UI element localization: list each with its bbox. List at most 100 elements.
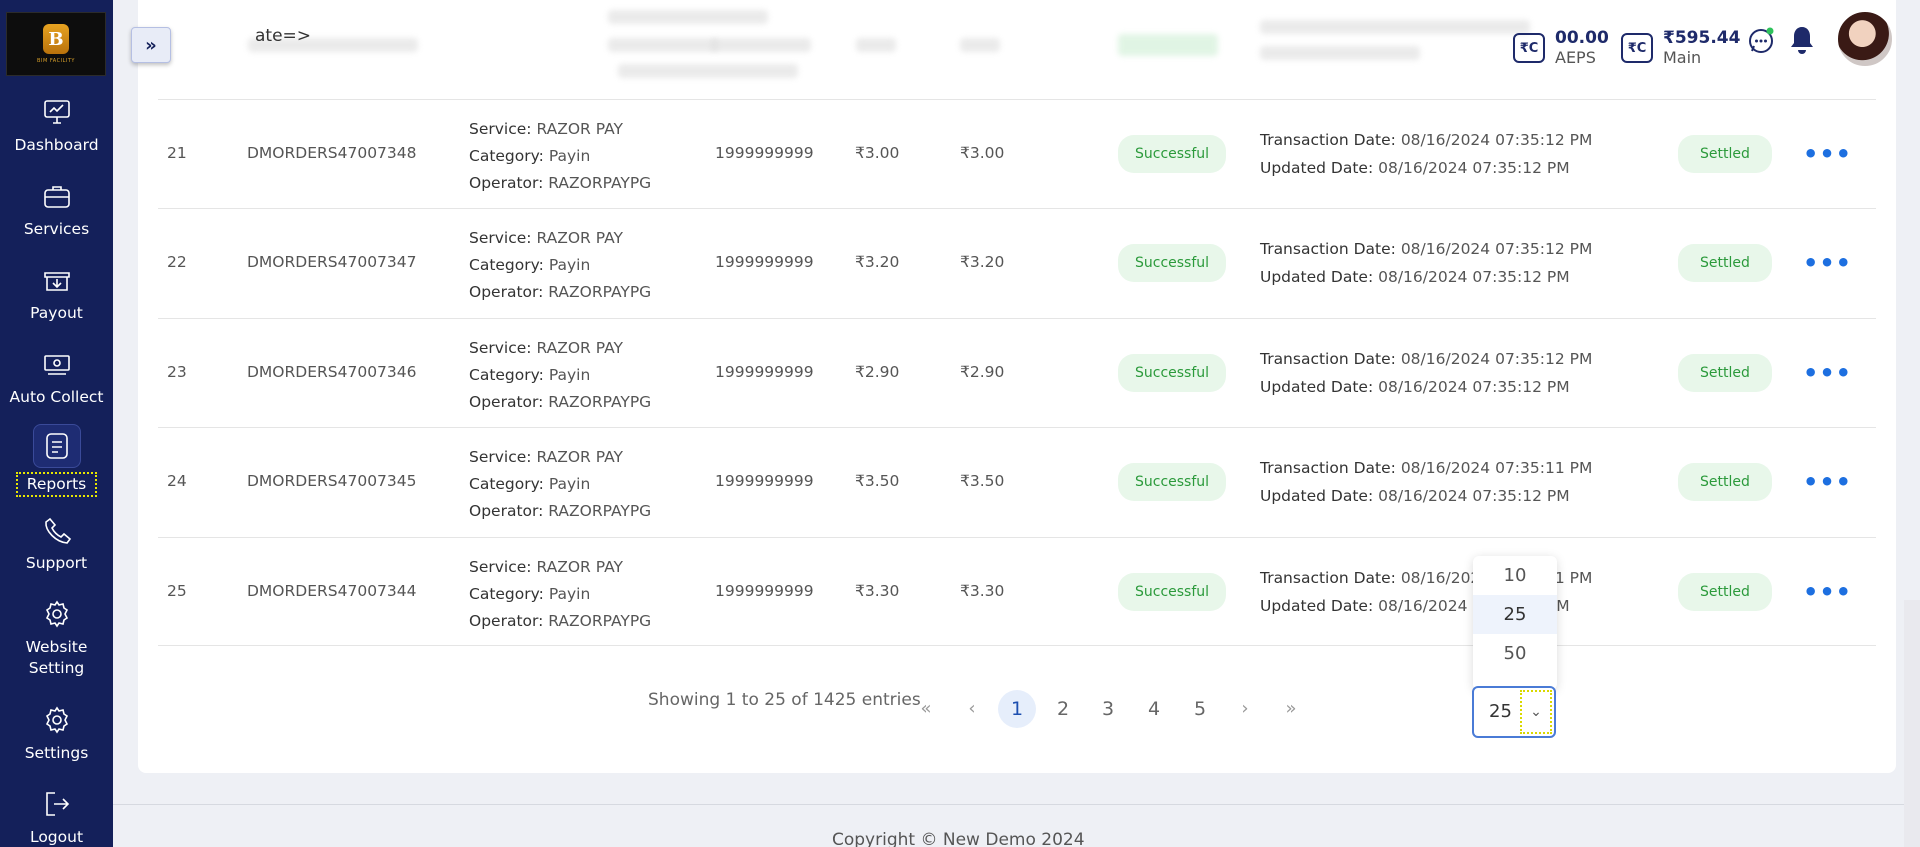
service-label: Service: — [469, 448, 532, 466]
page-button-5[interactable]: 5 — [1181, 690, 1219, 728]
sidebar-item-logout[interactable]: Logout — [0, 786, 113, 847]
wallet-icon: ₹C — [1621, 33, 1653, 63]
row-number: 24 — [167, 472, 187, 490]
last-page-button[interactable]: » — [1272, 690, 1310, 728]
operator-label: Operator: — [469, 393, 544, 411]
gear-icon — [39, 596, 75, 632]
more-actions-icon[interactable]: ••• — [1803, 140, 1852, 168]
operator-value: RAZORPAYPG — [548, 393, 652, 411]
category-label: Category: — [469, 147, 544, 165]
footer: Copyright © New Demo 2024 — [113, 804, 1920, 847]
blurred-cell — [711, 38, 811, 52]
category-label: Category: — [469, 585, 544, 603]
more-actions-icon[interactable]: ••• — [1803, 249, 1852, 277]
blurred-cell — [608, 10, 768, 24]
amount: ₹3.20 — [855, 253, 900, 271]
page-button-3[interactable]: 3 — [1089, 690, 1127, 728]
operator-label: Operator: — [469, 174, 544, 192]
net-amount: ₹3.30 — [960, 582, 1005, 600]
banknote-icon — [39, 346, 75, 382]
category-value: Payin — [548, 475, 591, 493]
phone-number: 1999999999 — [715, 253, 814, 271]
per-page-select[interactable]: 25 ⌄ — [1472, 686, 1556, 738]
first-page-button[interactable]: « — [907, 690, 945, 728]
sidebar-item-label: Dashboard — [14, 136, 99, 154]
per-page-dropdown: 10 25 50 — [1473, 556, 1557, 690]
sidebar-item-label: Logout — [29, 828, 84, 846]
sidebar-item-label: Payout — [30, 304, 83, 322]
phone-number: 1999999999 — [715, 144, 814, 162]
net-amount: ₹2.90 — [960, 363, 1005, 381]
chat-icon[interactable] — [1747, 27, 1775, 55]
wallet-name: AEPS — [1555, 48, 1596, 67]
download-box-icon — [39, 262, 75, 298]
sidebar-item-services[interactable]: Services — [0, 178, 113, 240]
service-info: Service: RAZOR PAY Category: Payin Opera… — [469, 335, 651, 416]
sidebar-item-label: Reports — [15, 472, 98, 497]
page-button-1[interactable]: 1 — [998, 690, 1036, 728]
sidebar-toggle-button[interactable]: » — [131, 27, 171, 63]
more-actions-icon[interactable]: ••• — [1803, 359, 1852, 387]
amount: ₹3.00 — [855, 144, 900, 162]
copyright-text: Copyright © New Demo 2024 — [832, 830, 1085, 847]
page-button-4[interactable]: 4 — [1135, 690, 1173, 728]
category-value: Payin — [548, 366, 591, 384]
updated-date: 08/16/2024 07:35:12 PM — [1378, 268, 1570, 286]
bell-icon[interactable] — [1787, 24, 1817, 56]
page-scrollbar[interactable] — [1904, 600, 1920, 847]
sidebar-item-label: Support — [25, 554, 88, 572]
status-badge: Successful — [1118, 573, 1227, 611]
status-badge: Successful — [1118, 135, 1227, 173]
sidebar: B BIM FACILITY Dashboard Services Payout… — [0, 0, 113, 847]
transaction-dates: Transaction Date: 08/16/2024 07:35:11 PM… — [1260, 454, 1592, 510]
service-value: RAZOR PAY — [536, 448, 623, 466]
per-page-option-50[interactable]: 50 — [1473, 634, 1557, 673]
per-page-option-25[interactable]: 25 — [1473, 595, 1557, 634]
updated-date: 08/16/2024 07:35:12 PM — [1378, 487, 1570, 505]
row-number: 23 — [167, 363, 187, 381]
chevron-down-icon[interactable]: ⌄ — [1520, 690, 1552, 734]
updated-date-label: Updated Date: — [1260, 159, 1374, 177]
page-button-2[interactable]: 2 — [1044, 690, 1082, 728]
updated-date-label: Updated Date: — [1260, 378, 1374, 396]
sidebar-item-settings[interactable]: Settings — [0, 702, 113, 764]
amount: ₹3.30 — [855, 582, 900, 600]
transaction-date: 08/16/2024 07:35:11 PM — [1400, 459, 1593, 477]
logo-mark: B — [43, 24, 69, 54]
prev-page-button[interactable]: ‹ — [953, 690, 991, 728]
avatar[interactable] — [1836, 10, 1894, 68]
more-actions-icon[interactable]: ••• — [1803, 578, 1852, 606]
category-label: Category: — [469, 256, 544, 274]
table-row: 23 DMORDERS47007346 Service: RAZOR PAY C… — [158, 318, 1876, 427]
row-number: 21 — [167, 144, 187, 162]
next-page-button[interactable]: › — [1226, 690, 1264, 728]
transactions-card: 21 DMORDERS47007348 Service: RAZOR PAY C… — [138, 0, 1896, 773]
amount: ₹3.50 — [855, 472, 900, 490]
sidebar-item-auto-collect[interactable]: Auto Collect — [0, 346, 113, 408]
operator-value: RAZORPAYPG — [548, 174, 652, 192]
main-wallet[interactable]: ₹C ₹595.44 Main — [1621, 28, 1740, 68]
more-actions-icon[interactable]: ••• — [1803, 468, 1852, 496]
service-label: Service: — [469, 229, 532, 247]
transaction-dates: Transaction Date: 08/16/2024 07:35:12 PM… — [1260, 345, 1592, 401]
sidebar-item-website-setting[interactable]: Website Setting — [0, 596, 113, 679]
phone-number: 1999999999 — [715, 472, 814, 490]
phone-number: 1999999999 — [715, 582, 814, 600]
blurred-cell — [960, 38, 1000, 52]
gear-icon — [39, 702, 75, 738]
service-label: Service: — [469, 558, 532, 576]
sidebar-item-dashboard[interactable]: Dashboard — [0, 94, 113, 156]
sidebar-item-support[interactable]: Support — [0, 512, 113, 574]
sidebar-item-payout[interactable]: Payout — [0, 262, 113, 324]
phone-icon — [39, 512, 75, 548]
net-amount: ₹3.50 — [960, 472, 1005, 490]
category-label: Category: — [469, 475, 544, 493]
aeps-wallet[interactable]: ₹C 00.00 AEPS — [1513, 28, 1609, 68]
category-value: Payin — [548, 585, 591, 603]
per-page-option-10[interactable]: 10 — [1473, 556, 1557, 595]
service-value: RAZOR PAY — [536, 120, 623, 138]
transaction-dates: Transaction Date: 08/16/2024 07:35:12 PM… — [1260, 126, 1592, 182]
sidebar-item-label: Services — [23, 220, 90, 238]
sidebar-item-reports[interactable]: Reports — [0, 424, 113, 497]
brand-logo[interactable]: B BIM FACILITY — [6, 12, 106, 76]
